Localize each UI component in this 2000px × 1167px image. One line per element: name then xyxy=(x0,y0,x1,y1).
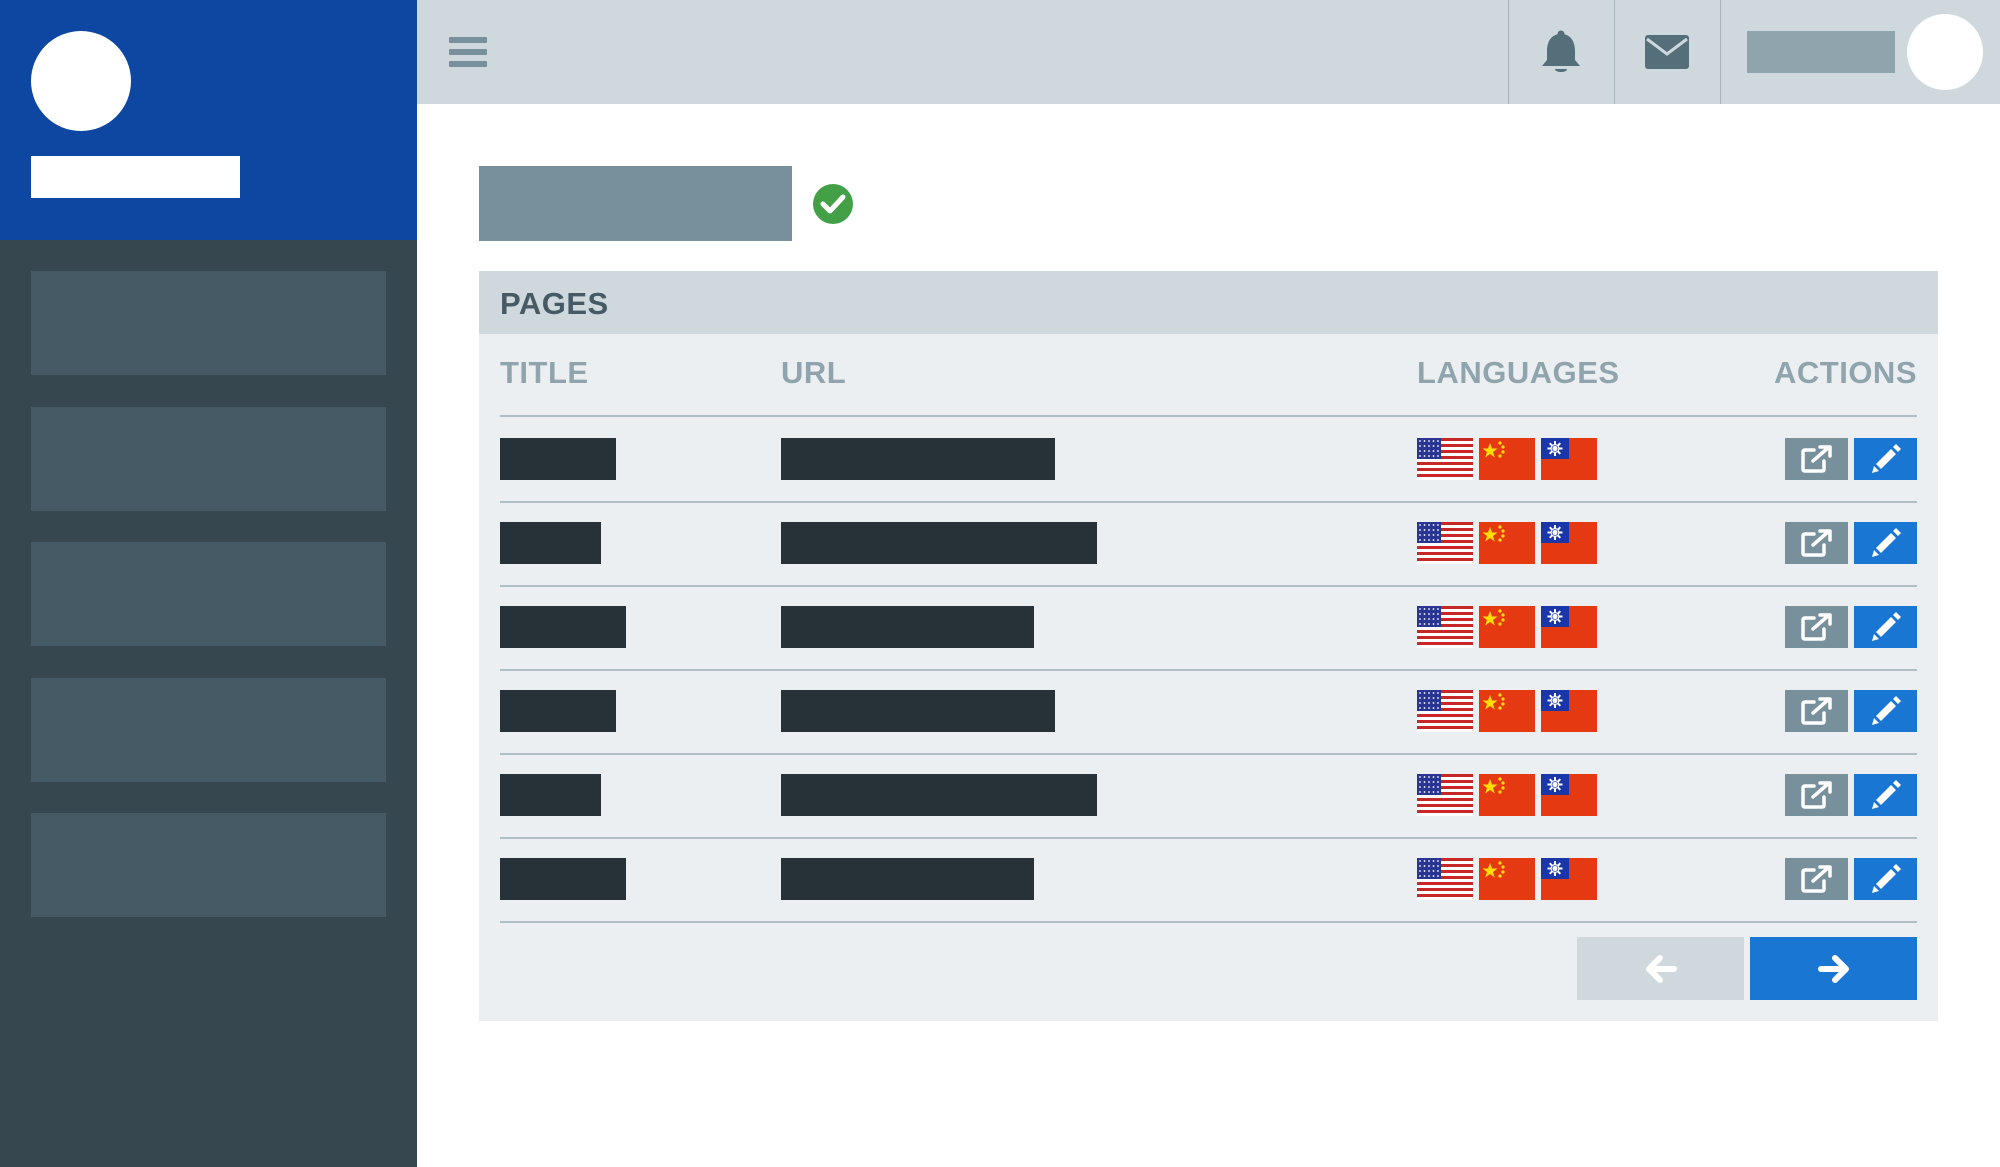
row-url-placeholder[interactable] xyxy=(781,522,1097,564)
row-title-placeholder[interactable] xyxy=(500,438,616,480)
pencil-icon xyxy=(1871,864,1901,893)
sidebar-item-2[interactable] xyxy=(31,407,386,511)
flag-zh-tw-icon[interactable] xyxy=(1541,606,1597,648)
sidebar-avatar[interactable] xyxy=(31,31,131,131)
flag-en-us-icon[interactable] xyxy=(1417,522,1473,564)
edit-page-button[interactable] xyxy=(1854,606,1917,648)
open-page-button[interactable] xyxy=(1785,606,1848,648)
flag-en-us-icon[interactable] xyxy=(1417,606,1473,648)
page-title-placeholder xyxy=(479,166,792,241)
column-header-actions: ACTIONS xyxy=(1774,355,1917,390)
open-page-button[interactable] xyxy=(1785,858,1848,900)
divider xyxy=(500,415,1917,417)
external-link-icon xyxy=(1800,445,1832,473)
divider xyxy=(500,921,1917,923)
sidebar-item-3[interactable] xyxy=(31,542,386,646)
pencil-icon xyxy=(1871,528,1901,557)
bell-icon xyxy=(1542,30,1580,72)
column-header-title: TITLE xyxy=(500,355,589,390)
row-title-placeholder[interactable] xyxy=(500,522,601,564)
edit-page-button[interactable] xyxy=(1854,438,1917,480)
table-row xyxy=(479,754,1938,837)
table-row xyxy=(479,586,1938,669)
sidebar-profile-header xyxy=(0,0,417,240)
edit-page-button[interactable] xyxy=(1854,858,1917,900)
row-title-placeholder[interactable] xyxy=(500,690,616,732)
flag-zh-cn-icon[interactable] xyxy=(1479,690,1535,732)
table-row xyxy=(479,838,1938,921)
envelope-icon xyxy=(1645,35,1689,69)
panel-title: PAGES xyxy=(500,286,609,321)
table-row xyxy=(479,418,1938,501)
row-title-placeholder[interactable] xyxy=(500,858,626,900)
pencil-icon xyxy=(1871,696,1901,725)
pencil-icon xyxy=(1871,780,1901,809)
external-link-icon xyxy=(1800,529,1832,557)
open-page-button[interactable] xyxy=(1785,690,1848,732)
external-link-icon xyxy=(1800,697,1832,725)
edit-page-button[interactable] xyxy=(1854,774,1917,816)
notifications-button[interactable] xyxy=(1509,0,1613,104)
flag-en-us-icon[interactable] xyxy=(1417,690,1473,732)
sidebar xyxy=(0,0,417,1167)
flag-zh-tw-icon[interactable] xyxy=(1541,774,1597,816)
flag-zh-tw-icon[interactable] xyxy=(1541,690,1597,732)
arrow-left-icon xyxy=(1645,954,1677,983)
table-row xyxy=(479,670,1938,753)
next-page-button[interactable] xyxy=(1750,937,1917,1000)
flag-zh-tw-icon[interactable] xyxy=(1541,858,1597,900)
row-title-placeholder[interactable] xyxy=(500,606,626,648)
row-url-placeholder[interactable] xyxy=(781,774,1097,816)
pencil-icon xyxy=(1871,612,1901,641)
flag-en-us-icon[interactable] xyxy=(1417,774,1473,816)
open-page-button[interactable] xyxy=(1785,774,1848,816)
menu-icon[interactable] xyxy=(447,30,491,74)
arrow-right-icon xyxy=(1817,954,1849,983)
column-header-languages: LANGUAGES xyxy=(1417,355,1620,390)
sidebar-profile-name-placeholder xyxy=(31,156,240,198)
external-link-icon xyxy=(1800,781,1832,809)
divider xyxy=(1720,0,1721,104)
flag-zh-tw-icon[interactable] xyxy=(1541,522,1597,564)
panel-header: PAGES xyxy=(479,271,1938,334)
previous-page-button[interactable] xyxy=(1577,937,1744,1000)
external-link-icon xyxy=(1800,613,1832,641)
flag-zh-cn-icon[interactable] xyxy=(1479,858,1535,900)
pencil-icon xyxy=(1871,444,1901,473)
row-url-placeholder[interactable] xyxy=(781,606,1034,648)
user-name-placeholder[interactable] xyxy=(1747,31,1895,73)
row-url-placeholder[interactable] xyxy=(781,690,1055,732)
flag-zh-cn-icon[interactable] xyxy=(1479,438,1535,480)
flag-zh-tw-icon[interactable] xyxy=(1541,438,1597,480)
flag-en-us-icon[interactable] xyxy=(1417,858,1473,900)
sidebar-item-1[interactable] xyxy=(31,271,386,375)
column-header-url: URL xyxy=(781,355,847,390)
avatar[interactable] xyxy=(1907,14,1983,90)
table-row xyxy=(479,502,1938,585)
flag-zh-cn-icon[interactable] xyxy=(1479,522,1535,564)
external-link-icon xyxy=(1800,865,1832,893)
pages-panel: PAGES TITLE URL LANGUAGES ACTIONS xyxy=(479,271,1938,1021)
edit-page-button[interactable] xyxy=(1854,690,1917,732)
row-url-placeholder[interactable] xyxy=(781,438,1055,480)
open-page-button[interactable] xyxy=(1785,522,1848,564)
open-page-button[interactable] xyxy=(1785,438,1848,480)
flag-en-us-icon[interactable] xyxy=(1417,438,1473,480)
check-circle-icon xyxy=(813,184,853,224)
flag-zh-cn-icon[interactable] xyxy=(1479,774,1535,816)
top-bar xyxy=(417,0,2000,104)
edit-page-button[interactable] xyxy=(1854,522,1917,564)
sidebar-item-5[interactable] xyxy=(31,813,386,917)
sidebar-item-4[interactable] xyxy=(31,678,386,782)
messages-button[interactable] xyxy=(1615,0,1719,104)
flag-zh-cn-icon[interactable] xyxy=(1479,606,1535,648)
row-url-placeholder[interactable] xyxy=(781,858,1034,900)
row-title-placeholder[interactable] xyxy=(500,774,601,816)
